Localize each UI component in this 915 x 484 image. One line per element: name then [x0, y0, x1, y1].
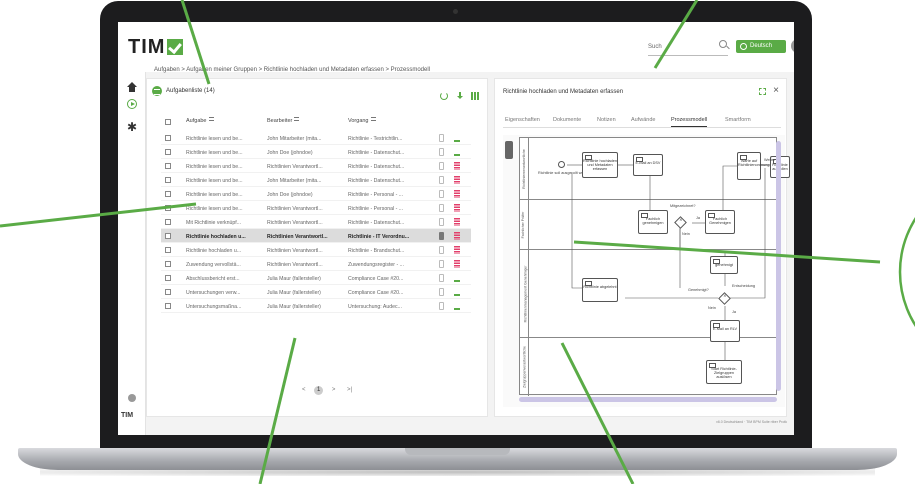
callout-line	[560, 342, 635, 484]
callout-line	[0, 202, 197, 228]
callout-line	[180, 0, 211, 85]
callout-line	[258, 337, 297, 484]
callout-line	[653, 0, 699, 69]
callout-circle	[898, 217, 915, 327]
callout-overlay	[0, 0, 915, 484]
callout-line	[573, 240, 881, 264]
